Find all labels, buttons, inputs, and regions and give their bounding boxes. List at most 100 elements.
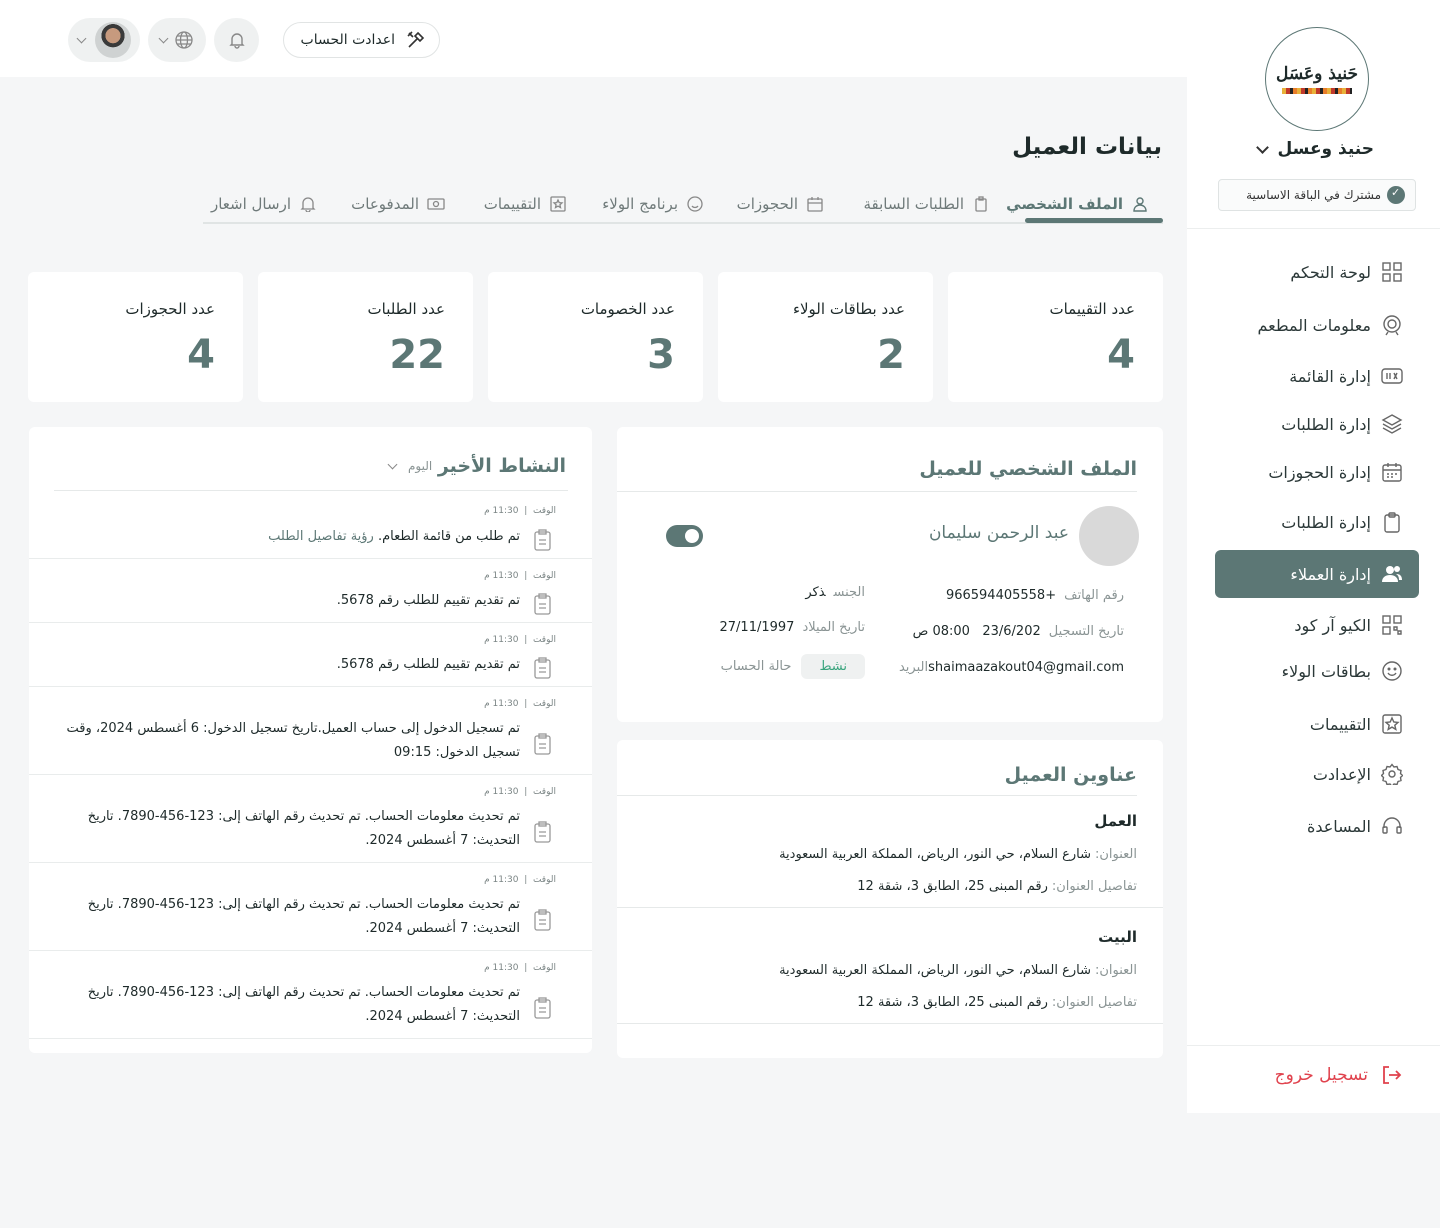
globe-icon xyxy=(173,29,195,51)
clipboard-icon xyxy=(1381,511,1403,533)
grid-icon xyxy=(1381,261,1403,283)
field-value: ذكر xyxy=(805,585,826,600)
sidebar-item-orders-management[interactable]: إدارة الطلبات xyxy=(1215,402,1419,446)
tab-send-notification[interactable]: ارسال اشعار xyxy=(211,193,319,215)
clipboard-icon xyxy=(534,821,551,843)
tab-label: الطلبات السابقة xyxy=(863,195,965,213)
logo-strip xyxy=(1282,88,1352,94)
tab-payments[interactable]: المدفوعات xyxy=(351,193,447,215)
restaurant-icon xyxy=(1381,314,1403,336)
field-label: رقم الهاتف xyxy=(1064,588,1124,603)
address-line: العنوان:شارع السلام، حي النور، الرياض، ا… xyxy=(779,963,1137,978)
brand-selector[interactable]: حنيذ وعسل xyxy=(1256,139,1374,159)
account-status-field: حالة الحساب نشط xyxy=(713,654,865,679)
plan-badge: مشترك في الباقة الاساسية xyxy=(1218,179,1416,211)
field-value: +966594405558 xyxy=(945,588,1057,603)
sidebar-item-menu-management[interactable]: إدارة القائمة xyxy=(1215,354,1419,398)
stat-label: عدد بطاقات الولاء xyxy=(792,300,905,318)
address-details: تفاصيل العنوان:رقم المبنى 25، الطابق 3، … xyxy=(857,879,1137,894)
language-selector[interactable] xyxy=(148,18,206,62)
verified-icon xyxy=(1387,186,1405,204)
avatar xyxy=(1079,506,1139,566)
account-settings-button[interactable]: اعدادت الحساب xyxy=(283,22,440,58)
stat-card-reviews: عدد التقييمات 4 xyxy=(948,272,1163,402)
sidebar-item-dashboard[interactable]: لوحة التحكم xyxy=(1215,250,1419,294)
card-title: الملف الشخصي للعميل xyxy=(919,458,1137,480)
activity-item: الوقت | 11:30 م تم تقديم تقييم للطلب رقم… xyxy=(29,623,592,687)
logout-button[interactable]: تسجيل خروج xyxy=(1275,1064,1402,1086)
field-label: تفاصيل العنوان: xyxy=(1051,995,1137,1010)
tab-previous-orders[interactable]: الطلبات السابقة xyxy=(864,193,993,215)
tab-bar: الملف الشخصي الطلبات السابقة الحجوزات بر… xyxy=(203,188,1163,224)
field-value: 27/11/1997 xyxy=(719,620,795,635)
stat-label: عدد الطلبات xyxy=(367,300,446,318)
sidebar-item-reviews[interactable]: التقييمات xyxy=(1215,702,1419,746)
tab-label: الحجوزات xyxy=(736,195,798,213)
activity-item: الوقت | 11:30 م تم طلب من قائمة الطعام. … xyxy=(29,491,592,559)
stat-label: عدد الخصومات xyxy=(580,300,675,318)
calendar-icon xyxy=(1381,461,1403,483)
sidebar-item-customers[interactable]: إدارة العملاء xyxy=(1215,550,1419,598)
tab-profile[interactable]: الملف الشخصي xyxy=(1006,193,1151,215)
sidebar-item-reservations[interactable]: إدارة الحجوزات xyxy=(1215,450,1419,494)
divider xyxy=(617,795,1137,796)
smile-icon xyxy=(1381,660,1403,682)
activity-text: تم تسجيل الدخول إلى حساب العميل.تاريخ تس… xyxy=(66,721,521,760)
activity-time: الوقت | 11:30 م xyxy=(484,787,556,797)
tab-label: ارسال اشعار xyxy=(210,195,291,213)
plan-label: مشترك في الباقة الاساسية xyxy=(1246,188,1381,202)
sidebar-item-label: إدارة الطلبات xyxy=(1281,414,1371,434)
field-value: شارع السلام، حي النور، الرياض، المملكة ا… xyxy=(779,847,1091,862)
activity-filter[interactable]: اليوم xyxy=(387,459,432,473)
activity-time: الوقت | 11:30 م xyxy=(484,635,556,645)
chevron-down-icon xyxy=(158,33,168,43)
bell-icon xyxy=(297,193,319,215)
account-settings-label: اعدادت الحساب xyxy=(300,32,395,48)
menu-icon xyxy=(1381,365,1403,387)
divider xyxy=(617,1023,1163,1024)
sidebar: حَنيذ وعَسَل حنيذ وعسل مشترك في الباقة ا… xyxy=(1187,0,1440,1113)
tab-reviews[interactable]: التقييمات xyxy=(484,193,569,215)
qr-icon xyxy=(1381,614,1403,636)
logo-text: حَنيذ وعَسَل xyxy=(1275,64,1358,84)
tab-loyalty-program[interactable]: برنامج الولاء xyxy=(602,193,706,215)
layers-icon xyxy=(1381,413,1403,435)
sidebar-item-loyalty-cards[interactable]: بطاقات الولاء xyxy=(1215,649,1419,693)
stat-label: عدد التقييمات xyxy=(1049,300,1135,318)
sidebar-item-qr-code[interactable]: الكيو آر كود xyxy=(1215,603,1419,647)
gear-icon xyxy=(1381,763,1403,785)
field-label: العنوان: xyxy=(1094,963,1137,978)
clipboard-icon xyxy=(970,193,992,215)
tab-reservations[interactable]: الحجوزات xyxy=(737,193,826,215)
chevron-down-icon xyxy=(76,33,86,43)
field-value: shaimaazakout04@gmail.com xyxy=(928,660,1124,675)
notifications-button[interactable] xyxy=(214,18,259,62)
stat-card-loyalty-cards: عدد بطاقات الولاء 2 xyxy=(718,272,933,402)
divider xyxy=(617,491,1137,492)
field-label: العنوان: xyxy=(1094,847,1137,862)
view-order-details-link[interactable]: رؤية تفاصيل الطلب xyxy=(268,529,374,544)
star-icon xyxy=(1381,713,1403,735)
status-badge: نشط xyxy=(801,654,865,679)
activity-item: الوقت | 11:30 م تم تسجيل الدخول إلى حساب… xyxy=(29,687,592,775)
bell-icon xyxy=(226,29,248,51)
user-menu[interactable] xyxy=(68,18,140,62)
tab-label: المدفوعات xyxy=(351,195,419,213)
sidebar-item-label: لوحة التحكم xyxy=(1290,262,1371,282)
activity-item: الوقت | 11:30 م تم تقديم تقييم للطلب رقم… xyxy=(29,559,592,623)
field-label: الجنس xyxy=(833,585,865,600)
sidebar-item-orders[interactable]: إدارة الطلبات xyxy=(1215,500,1419,544)
sidebar-item-restaurant-info[interactable]: معلومات المطعم xyxy=(1215,303,1419,347)
address-name: العمل xyxy=(1094,812,1137,830)
sidebar-item-settings[interactable]: الإعدادت xyxy=(1215,752,1419,796)
star-icon xyxy=(547,193,569,215)
stat-value: 4 xyxy=(1107,332,1135,378)
account-active-toggle[interactable] xyxy=(666,525,703,547)
avatar xyxy=(94,22,131,58)
cash-icon xyxy=(425,193,447,215)
activity-text: تم تقديم تقييم للطلب رقم 5678. xyxy=(336,657,520,672)
clipboard-icon xyxy=(534,997,551,1019)
stat-label: عدد الحجوزات xyxy=(125,300,215,318)
sidebar-item-help[interactable]: المساعدة xyxy=(1215,804,1419,848)
divider xyxy=(1187,228,1440,229)
